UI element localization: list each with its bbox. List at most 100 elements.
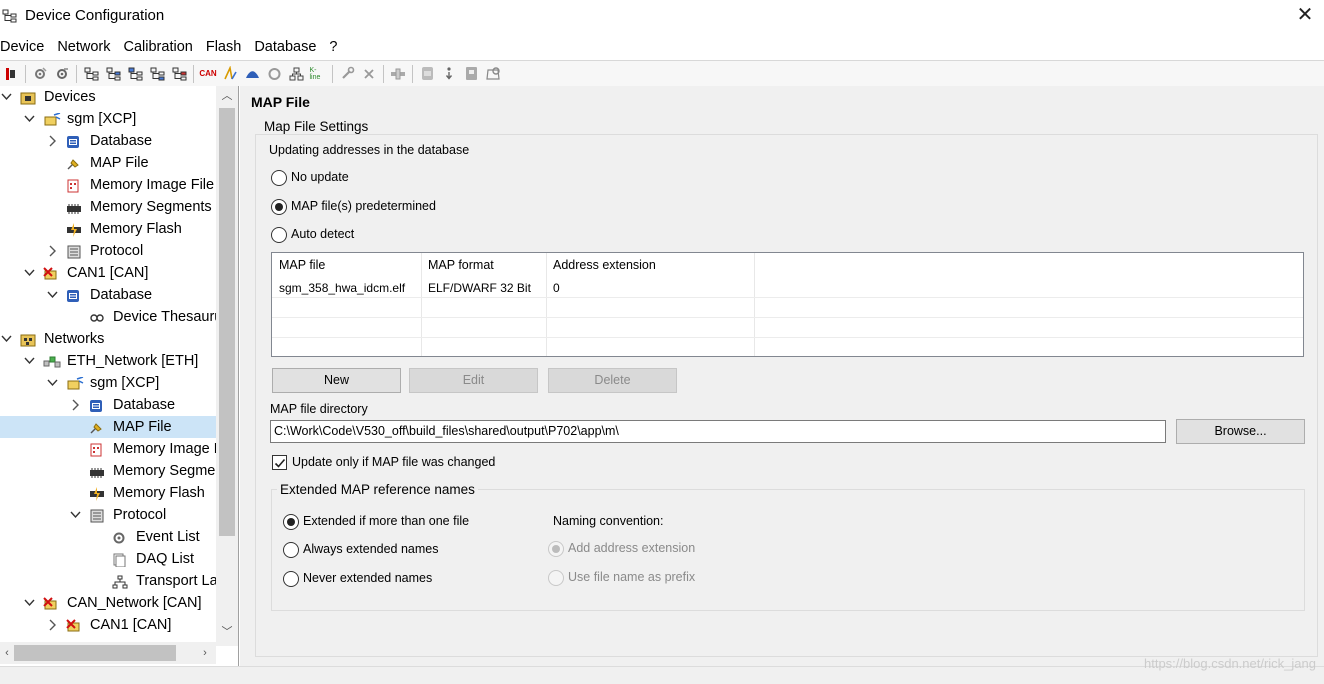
tree-item[interactable]: Memory Flash (0, 218, 216, 240)
chevron-right-icon[interactable] (46, 130, 58, 152)
map-predetermined-label[interactable]: MAP file(s) predetermined (291, 199, 436, 213)
add-address-extension-label[interactable]: Add address extension (568, 541, 695, 555)
tree-item[interactable]: Memory Segments (0, 460, 216, 482)
scroll-up-icon[interactable]: ︿ (216, 86, 238, 106)
tree-item[interactable]: Protocol (0, 240, 216, 262)
chevron-right-icon[interactable] (69, 394, 81, 416)
always-extended-label[interactable]: Always extended names (303, 542, 439, 556)
tree-item[interactable]: Memory Segments (0, 196, 216, 218)
tree-item[interactable]: CAN1 [CAN] (0, 614, 216, 636)
chevron-down-icon[interactable] (23, 108, 35, 130)
network-add-icon[interactable] (171, 66, 188, 82)
most-icon[interactable] (266, 66, 283, 82)
never-extended-radio[interactable] (283, 571, 299, 587)
tree-item[interactable]: Device Thesaurus (0, 306, 216, 328)
table-cell[interactable]: ELF/DWARF 32 Bit (421, 278, 546, 298)
tree-item[interactable]: Memory Image File (0, 174, 216, 196)
tree-item[interactable]: Database (0, 284, 216, 306)
network-add-icon[interactable] (105, 66, 122, 82)
tree-item[interactable]: sgm [XCP] (0, 372, 216, 394)
chevron-down-icon[interactable] (23, 262, 35, 284)
menu-flash[interactable]: Flash (206, 36, 248, 60)
ethernet-icon[interactable] (288, 66, 305, 82)
use-file-name-prefix-radio[interactable] (548, 570, 564, 586)
map-file-table[interactable]: MAP file MAP format Address extension sg… (271, 252, 1304, 357)
chevron-down-icon[interactable] (23, 592, 35, 614)
tree-item[interactable]: MAP File (0, 416, 216, 438)
tree-item[interactable]: Event List (0, 526, 216, 548)
scroll-down-icon[interactable]: ﹀ (216, 622, 238, 642)
scroll-right-icon[interactable]: › (198, 642, 212, 664)
menu-database[interactable]: Database (254, 36, 323, 60)
settings-icon[interactable] (485, 66, 502, 82)
menu-help[interactable]: ? (329, 36, 344, 60)
properties-icon[interactable] (463, 66, 480, 82)
tree-item[interactable]: Database (0, 130, 216, 152)
no-update-label[interactable]: No update (291, 170, 349, 184)
browse-button[interactable]: Browse... (1176, 419, 1305, 444)
wrench-icon[interactable] (339, 66, 356, 82)
scroll-left-icon[interactable]: ‹ (0, 642, 14, 664)
tree-vertical-scrollbar[interactable]: ︿ ﹀ (216, 86, 238, 646)
update-only-if-changed-label[interactable]: Update only if MAP file was changed (292, 455, 495, 469)
map-predetermined-radio[interactable] (271, 199, 287, 215)
gear-icon[interactable] (32, 66, 49, 82)
chevron-down-icon[interactable] (46, 284, 58, 306)
chevron-down-icon[interactable] (0, 328, 12, 350)
edit-button[interactable]: Edit (409, 368, 538, 393)
tree-item[interactable]: Networks (0, 328, 216, 350)
tree-item[interactable]: Memory Image File (0, 438, 216, 460)
connect-icon[interactable] (390, 66, 407, 82)
menu-calibration[interactable]: Calibration (124, 36, 200, 60)
close-icon[interactable]: ✕ (1294, 4, 1316, 26)
flexray-icon[interactable] (244, 66, 261, 82)
database-icon[interactable] (419, 66, 436, 82)
scroll-thumb[interactable] (14, 645, 176, 661)
network-add-icon[interactable] (149, 66, 166, 82)
tree-item[interactable]: Memory Flash (0, 482, 216, 504)
extended-if-more-than-one-radio[interactable] (283, 514, 299, 530)
column-header-address-extension[interactable]: Address extension (546, 253, 754, 277)
gear-settings-icon[interactable] (54, 66, 71, 82)
lin-icon[interactable] (222, 66, 239, 82)
menu-device[interactable]: Device (0, 36, 51, 60)
chevron-right-icon[interactable] (46, 240, 58, 262)
tree-horizontal-scrollbar[interactable]: ‹ › (0, 642, 216, 664)
delete-icon[interactable] (361, 66, 378, 82)
always-extended-radio[interactable] (283, 542, 299, 558)
tree-item[interactable]: Transport Layer (0, 570, 216, 592)
move-down-icon[interactable] (441, 66, 458, 82)
chevron-down-icon[interactable] (69, 504, 81, 526)
column-header-map-file[interactable]: MAP file (272, 253, 422, 277)
auto-detect-radio[interactable] (271, 227, 287, 243)
table-cell[interactable]: 0 (546, 278, 754, 298)
never-extended-label[interactable]: Never extended names (303, 571, 432, 585)
tree-item[interactable]: MAP File (0, 152, 216, 174)
table-cell[interactable]: sgm_358_hwa_idcm.elf (272, 278, 422, 298)
chevron-right-icon[interactable] (46, 614, 58, 636)
new-button[interactable]: New (272, 368, 401, 393)
tree-item[interactable]: Protocol (0, 504, 216, 526)
can-icon[interactable]: CAN (199, 66, 216, 82)
chevron-down-icon[interactable] (23, 350, 35, 372)
add-address-extension-radio[interactable] (548, 541, 564, 557)
menu-network[interactable]: Network (57, 36, 117, 60)
extended-if-more-than-one-label[interactable]: Extended if more than one file (303, 514, 469, 528)
tree-item[interactable]: CAN1 [CAN] (0, 262, 216, 284)
no-update-radio[interactable] (271, 170, 287, 186)
device-icon[interactable] (3, 66, 20, 82)
tree-item[interactable]: CAN_Network [CAN] (0, 592, 216, 614)
chevron-down-icon[interactable] (0, 86, 12, 108)
tree-item[interactable]: Devices (0, 86, 216, 108)
tree-item[interactable]: Database (0, 394, 216, 416)
tree-item[interactable]: DAQ List (0, 548, 216, 570)
tree-item[interactable]: ETH_Network [ETH] (0, 350, 216, 372)
k-line-icon[interactable]: K-line (310, 66, 327, 82)
update-only-if-changed-checkbox[interactable] (272, 455, 287, 470)
network-add-icon[interactable] (127, 66, 144, 82)
scroll-thumb[interactable] (219, 108, 235, 536)
chevron-down-icon[interactable] (46, 372, 58, 394)
use-file-name-prefix-label[interactable]: Use file name as prefix (568, 570, 695, 584)
auto-detect-label[interactable]: Auto detect (291, 227, 354, 241)
tree-item[interactable]: sgm [XCP] (0, 108, 216, 130)
